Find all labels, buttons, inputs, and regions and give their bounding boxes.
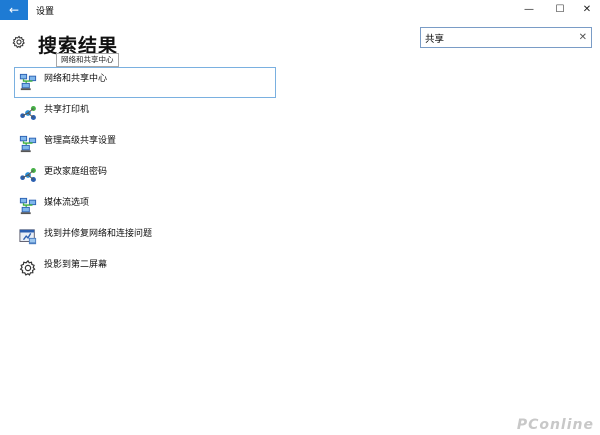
close-button[interactable]: ✕ (572, 0, 600, 20)
result-label: 管理高级共享设置 (44, 136, 117, 146)
result-share-printer[interactable]: 共享打印机 (14, 98, 294, 129)
search-results-list: 网络和共享中心 共享打印机 管理高级共享设置 更改家庭组密码 媒体流选项 找到并… (14, 67, 294, 284)
result-advanced-sharing-settings[interactable]: 管理高级共享设置 (14, 129, 294, 160)
result-change-homegroup-password[interactable]: 更改家庭组密码 (14, 160, 294, 191)
minimize-icon: — (524, 4, 534, 15)
search-box[interactable]: ✕ (420, 27, 592, 48)
result-network-sharing-center[interactable]: 网络和共享中心 (14, 67, 276, 98)
title-bar: ← 设置 — ☐ ✕ (0, 0, 600, 20)
network-computers-icon (19, 197, 37, 215)
maximize-icon: ☐ (555, 4, 565, 15)
network-computers-icon (19, 135, 37, 153)
gear-icon (12, 35, 25, 49)
network-computers-icon (19, 73, 37, 91)
result-media-streaming-options[interactable]: 媒体流选项 (14, 191, 294, 222)
troubleshoot-network-icon (19, 229, 37, 245)
result-label: 更改家庭组密码 (44, 167, 108, 177)
result-label: 媒体流选项 (44, 198, 90, 208)
network-share-icon (20, 167, 36, 183)
result-label: 找到并修复网络和连接问题 (44, 229, 153, 239)
search-input[interactable] (425, 30, 575, 45)
result-troubleshoot-network[interactable]: 找到并修复网络和连接问题 (14, 222, 294, 253)
close-icon: ✕ (582, 4, 592, 15)
minimize-button[interactable]: — (514, 0, 544, 20)
window-title: 设置 (36, 7, 55, 17)
clear-search-icon[interactable]: ✕ (579, 30, 587, 45)
back-arrow-icon: ← (8, 3, 20, 17)
back-button[interactable]: ← (0, 0, 28, 20)
result-project-second-screen[interactable]: 投影到第二屏幕 (14, 253, 294, 284)
gear-icon (19, 259, 36, 276)
result-label: 网络和共享中心 (44, 74, 108, 84)
maximize-button[interactable]: ☐ (545, 0, 575, 20)
watermark: PConline (516, 417, 594, 433)
tooltip: 网络和共享中心 (56, 53, 119, 67)
result-label: 投影到第二屏幕 (44, 260, 108, 270)
result-label: 共享打印机 (44, 105, 90, 115)
network-share-icon (20, 105, 36, 121)
